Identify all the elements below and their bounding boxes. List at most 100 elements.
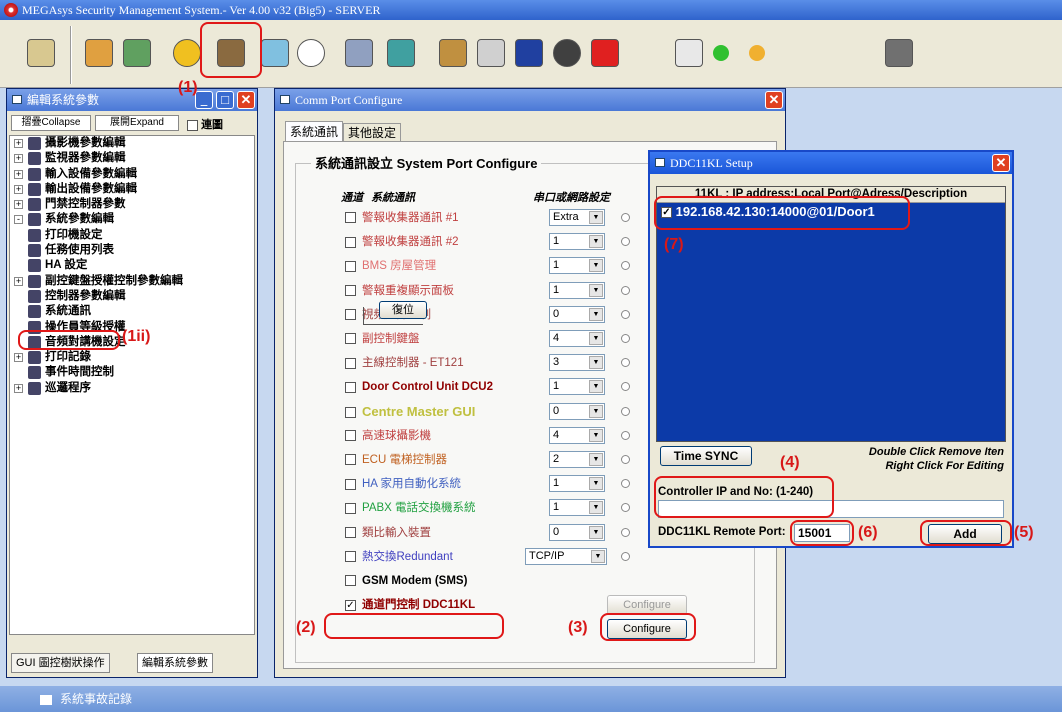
- comm-row[interactable]: 類比輸入裝置: [345, 524, 431, 542]
- comm-row[interactable]: 警報收集器通訊 #1: [345, 209, 459, 227]
- comm-row[interactable]: HA 家用自動化系統: [345, 475, 461, 493]
- comm-row-checkbox[interactable]: [345, 236, 356, 248]
- tab-other-settings[interactable]: 其他設定: [343, 123, 402, 141]
- comm-row[interactable]: 主線控制器 - ET121: [345, 354, 464, 372]
- tree-item[interactable]: - 系統參數編輯: [10, 212, 254, 227]
- chevron-down-icon[interactable]: ▼: [589, 356, 603, 370]
- tree-item[interactable]: + 攝影機參數編輯: [10, 136, 254, 151]
- key-icon[interactable]: [22, 34, 60, 72]
- expand-toggle-icon[interactable]: +: [14, 200, 23, 210]
- comm-row-checkbox[interactable]: [345, 454, 356, 466]
- comm-row-checkbox[interactable]: [345, 478, 356, 490]
- comm-row[interactable]: 副控制鍵盤: [345, 330, 420, 348]
- chevron-down-icon[interactable]: ▼: [589, 404, 603, 418]
- comm-row-checkbox[interactable]: ✓: [345, 599, 356, 611]
- comm-row-checkbox[interactable]: [345, 260, 356, 272]
- port-select[interactable]: 1 ▼: [549, 499, 605, 517]
- status-log-bar[interactable]: 系統事故記錄: [0, 686, 1062, 712]
- comm-row-checkbox[interactable]: [345, 212, 356, 224]
- comm-row[interactable]: BMS 房屋管理: [345, 257, 436, 275]
- port-select[interactable]: 0 ▼: [549, 402, 605, 420]
- chevron-down-icon[interactable]: ▼: [589, 477, 603, 491]
- chevron-down-icon[interactable]: ▼: [589, 380, 603, 394]
- comm-row[interactable]: 警報收集器通訊 #2: [345, 233, 459, 251]
- comm-row-checkbox[interactable]: [345, 527, 356, 539]
- comm-row[interactable]: ✓ 通道門控制 DDC11KL: [345, 596, 475, 614]
- port-select[interactable]: 0 ▼: [549, 305, 605, 323]
- close-button[interactable]: ✕: [237, 91, 255, 109]
- tree-item[interactable]: 打印機設定: [10, 228, 254, 243]
- expand-toggle-icon[interactable]: +: [14, 353, 23, 363]
- link-checkbox[interactable]: 連圖: [187, 116, 223, 132]
- port-select[interactable]: TCP/IP ▼: [525, 547, 607, 565]
- port-select[interactable]: 4 ▼: [549, 426, 605, 444]
- expand-toggle-icon[interactable]: +: [14, 383, 23, 393]
- port-select[interactable]: 1 ▼: [549, 281, 605, 299]
- tree-item[interactable]: + 輸出設備參數編輯: [10, 182, 254, 197]
- expand-toggle-icon[interactable]: +: [14, 184, 23, 194]
- tools-icon[interactable]: [472, 34, 510, 72]
- port-select[interactable]: Extra ▼: [549, 209, 605, 226]
- port-select[interactable]: 1 ▼: [549, 475, 605, 493]
- time-sync-button[interactable]: Time SYNC: [660, 446, 752, 466]
- port-radio[interactable]: [621, 309, 630, 319]
- expand-button[interactable]: 展開Expand: [95, 115, 179, 131]
- comm-row[interactable]: GSM Modem (SMS): [345, 572, 467, 590]
- satellite-icon[interactable]: [434, 34, 472, 72]
- comm-row[interactable]: Door Control Unit DCU2: [345, 378, 493, 396]
- expand-toggle-icon[interactable]: -: [14, 215, 23, 225]
- chevron-down-icon[interactable]: ▼: [589, 283, 603, 297]
- pc-icon[interactable]: [880, 34, 918, 72]
- chevron-down-icon[interactable]: ▼: [591, 549, 605, 563]
- tab-edit-params[interactable]: 編輯系統參數: [137, 653, 213, 673]
- close-button[interactable]: ✕: [765, 91, 783, 109]
- chevron-down-icon[interactable]: ▼: [589, 501, 603, 515]
- grid-icon[interactable]: [80, 34, 118, 72]
- reset-button[interactable]: 復位: [379, 301, 427, 319]
- port-radio[interactable]: [621, 285, 630, 295]
- tree-item[interactable]: 事件時間控制: [10, 365, 254, 380]
- tab-gui-tree[interactable]: GUI 圖控樹狀操作: [11, 653, 110, 673]
- port-radio[interactable]: [621, 455, 630, 464]
- chevron-down-icon[interactable]: ▼: [589, 259, 603, 273]
- chart-icon[interactable]: [340, 34, 378, 72]
- camera-icon[interactable]: [548, 34, 586, 72]
- comm-row[interactable]: PABX 電話交換機系統: [345, 499, 476, 517]
- tab-system-comm[interactable]: 系統通訊: [285, 121, 344, 141]
- comm-row-checkbox[interactable]: [345, 357, 356, 369]
- comm-row-checkbox[interactable]: [345, 407, 356, 419]
- clock-icon[interactable]: [292, 34, 330, 72]
- monitor-icon[interactable]: [510, 34, 548, 72]
- chevron-down-icon[interactable]: ▼: [589, 332, 603, 345]
- comm-row[interactable]: 熱交換Redundant: [345, 548, 453, 566]
- layout-icon[interactable]: [670, 34, 708, 72]
- port-select[interactable]: 1 ▼: [549, 257, 605, 275]
- close-button[interactable]: ✕: [992, 154, 1010, 172]
- expand-toggle-icon[interactable]: +: [14, 276, 23, 286]
- port-select[interactable]: 1 ▼: [549, 378, 605, 396]
- comm-row[interactable]: 高速球攝影機: [345, 427, 431, 445]
- maximize-button[interactable]: □: [216, 91, 234, 109]
- comm-row[interactable]: ECU 電梯控制器: [345, 451, 447, 469]
- port-select[interactable]: 0 ▼: [549, 523, 605, 541]
- tree-item[interactable]: 系統通訊: [10, 304, 254, 319]
- green-led-icon[interactable]: [708, 40, 734, 66]
- display-icon[interactable]: [586, 34, 624, 72]
- comm-row-checkbox[interactable]: [345, 502, 356, 514]
- tree-item[interactable]: + 副控鍵盤授權控制參數編輯: [10, 274, 254, 289]
- expand-toggle-icon[interactable]: +: [14, 169, 23, 179]
- comm-row[interactable]: 警報重複顯示面板: [345, 282, 454, 300]
- comm-row-checkbox[interactable]: [345, 430, 356, 442]
- chevron-down-icon[interactable]: ▼: [589, 211, 603, 224]
- port-select[interactable]: 4 ▼: [549, 330, 605, 347]
- tree-item[interactable]: + 輸入設備參數編輯: [10, 167, 254, 182]
- comm-row[interactable]: Centre Master GUI: [345, 403, 475, 421]
- port-select[interactable]: 2 ▼: [549, 451, 605, 468]
- tree-item[interactable]: 控制器參數編輯: [10, 289, 254, 304]
- comm-row-checkbox[interactable]: [345, 551, 356, 563]
- tree-item[interactable]: + 門禁控制器參數: [10, 197, 254, 212]
- orange-led-icon[interactable]: [744, 40, 770, 66]
- minimize-button[interactable]: _: [195, 91, 213, 109]
- tree-item[interactable]: HA 設定: [10, 258, 254, 273]
- tree-item[interactable]: 任務使用列表: [10, 243, 254, 258]
